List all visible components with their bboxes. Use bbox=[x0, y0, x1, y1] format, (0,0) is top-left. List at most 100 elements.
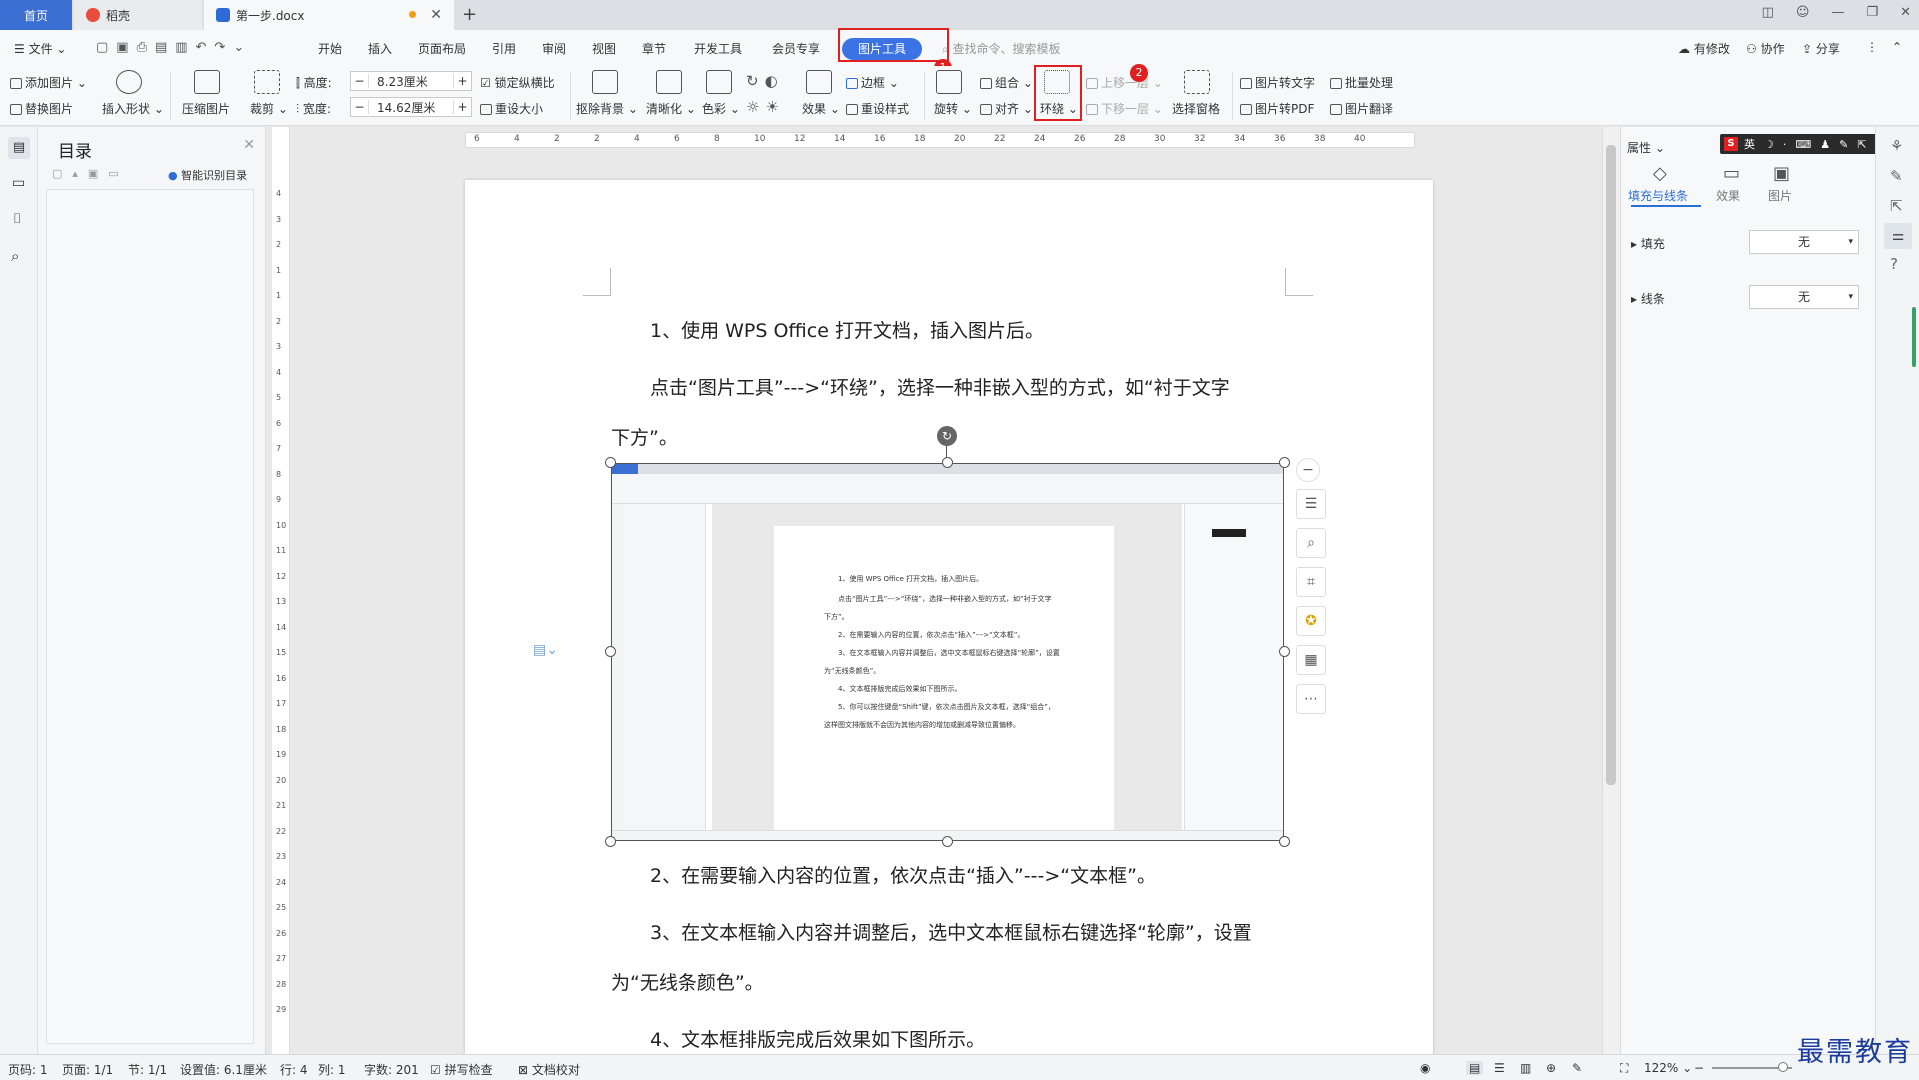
outline-view-icon[interactable]: ☰ bbox=[1494, 1061, 1505, 1075]
new-tab-button[interactable]: + bbox=[462, 4, 477, 25]
paragraph-4-line-1[interactable]: 3、在文本框输入内容并调整后，选中文本框鼠标右键选择“轮廓”，设置 bbox=[650, 918, 1252, 945]
paragraph-1[interactable]: 1、使用 WPS Office 打开文档，插入图片后。 bbox=[650, 316, 1044, 343]
fit-page-icon[interactable]: ⛶ bbox=[1620, 1061, 1628, 1076]
selection-pane-button[interactable]: 选择窗格 bbox=[1172, 100, 1220, 117]
collapse-float-icon[interactable]: − bbox=[1296, 458, 1320, 482]
pic-to-text-float-icon[interactable]: ▦ bbox=[1296, 645, 1326, 675]
tab-home[interactable]: 首页 bbox=[0, 0, 72, 30]
height-increase-button[interactable]: + bbox=[453, 74, 471, 88]
paragraph-mark-icon[interactable]: ▤⌄ bbox=[533, 642, 558, 658]
menu-item-layout[interactable]: 页面布局 bbox=[418, 40, 466, 57]
pic-to-pdf-button[interactable]: 图片转PDF bbox=[1240, 100, 1314, 117]
rotate-button[interactable]: 旋转 ⌄ bbox=[934, 100, 972, 117]
tab-fill-line[interactable]: 填充与线条 bbox=[1623, 187, 1693, 204]
close-icon[interactable]: ✕ bbox=[243, 137, 255, 153]
group-button[interactable]: 组合 ⌄ bbox=[980, 74, 1033, 91]
zoom-out-button[interactable]: − bbox=[1694, 1061, 1704, 1075]
remove-background-button[interactable]: 抠除背景 ⌄ bbox=[576, 100, 638, 117]
paragraph-2-line-1[interactable]: 点击“图片工具”--->“环绕”，选择一种非嵌入型的方式，如“衬于文字 bbox=[650, 373, 1230, 400]
style-icon[interactable]: ⚘ bbox=[1890, 137, 1903, 155]
has-changes-button[interactable]: ☁ 有修改 bbox=[1678, 40, 1730, 57]
align-button[interactable]: 对齐 ⌄ bbox=[980, 100, 1033, 117]
scrollbar-thumb[interactable] bbox=[1606, 145, 1616, 785]
zoom-slider-thumb[interactable] bbox=[1778, 1062, 1788, 1072]
resize-handle-n[interactable] bbox=[942, 457, 953, 468]
resize-handle-s[interactable] bbox=[942, 836, 953, 847]
status-words[interactable]: 字数: 201 bbox=[364, 1061, 419, 1078]
line-select[interactable]: 无 ▾ bbox=[1749, 285, 1859, 309]
effect-button[interactable]: 效果 ⌄ bbox=[802, 100, 840, 117]
zoom-level[interactable]: 122% ⌄ bbox=[1644, 1061, 1692, 1075]
menu-item-dev-tools[interactable]: 开发工具 bbox=[694, 40, 742, 57]
web-view-icon[interactable]: ⊕ bbox=[1546, 1061, 1556, 1075]
menu-item-chapter[interactable]: 章节 bbox=[642, 40, 666, 57]
toc-tool-icons[interactable]: ▢▴▣▭ bbox=[52, 167, 129, 180]
status-pages[interactable]: 页面: 1/1 bbox=[62, 1061, 113, 1078]
menu-item-view[interactable]: 视图 bbox=[592, 40, 616, 57]
batch-process-button[interactable]: 批量处理 bbox=[1330, 74, 1393, 91]
crop-button[interactable]: 裁剪 ⌄ bbox=[250, 100, 288, 117]
layout-icon[interactable]: ◫ bbox=[1762, 5, 1774, 20]
fill-section[interactable]: ▸ 填充 bbox=[1631, 235, 1665, 252]
resize-handle-e[interactable] bbox=[1279, 646, 1290, 657]
menu-item-member[interactable]: 会员专享 bbox=[772, 40, 820, 57]
height-value[interactable]: 8.23厘米 bbox=[369, 73, 453, 90]
width-value[interactable]: 14.62厘米 bbox=[369, 99, 453, 116]
tab-picture[interactable]: 图片 bbox=[1745, 187, 1815, 204]
bookmark-icon[interactable]: ⌷ bbox=[13, 211, 21, 227]
resize-handle-nw[interactable] bbox=[605, 457, 616, 468]
proofread-button[interactable]: ⊠ 文档校对 bbox=[518, 1061, 580, 1078]
compress-picture-button[interactable]: 压缩图片 bbox=[182, 100, 230, 117]
select-icon[interactable]: ⇱ bbox=[1890, 197, 1903, 215]
width-decrease-button[interactable]: − bbox=[351, 100, 369, 114]
border-button[interactable]: 边框 ⌄ bbox=[846, 74, 899, 91]
sharpen-button[interactable]: 清晰化 ⌄ bbox=[646, 100, 696, 117]
menu-item-insert[interactable]: 插入 bbox=[368, 40, 392, 57]
properties-title[interactable]: 属性 ⌄ bbox=[1627, 139, 1665, 156]
insert-shape-button[interactable]: 插入形状 ⌄ bbox=[102, 100, 164, 117]
vertical-scrollbar[interactable] bbox=[1602, 127, 1620, 1054]
sogou-icon[interactable]: S bbox=[1724, 137, 1738, 151]
minimize-button[interactable]: — bbox=[1831, 5, 1844, 20]
zoom-picture-icon[interactable]: ⌕ bbox=[1296, 528, 1326, 558]
height-decrease-button[interactable]: − bbox=[351, 74, 369, 88]
resize-handle-w[interactable] bbox=[605, 646, 616, 657]
quick-access-toolbar[interactable]: ▢▣⎙▤▥↶↷⌄ bbox=[96, 40, 252, 55]
reset-style-button[interactable]: 重设样式 bbox=[846, 100, 909, 117]
tab-daoke[interactable]: 稻壳 bbox=[74, 0, 202, 30]
resize-handle-se[interactable] bbox=[1279, 836, 1290, 847]
adjust-icons[interactable]: ↻◐ bbox=[746, 72, 784, 90]
close-tab-icon[interactable]: ✕ bbox=[430, 7, 442, 23]
bulb-icon[interactable]: ✪ bbox=[1296, 606, 1326, 636]
restore-button[interactable]: ❐ bbox=[1866, 5, 1878, 20]
menu-item-start[interactable]: 开始 bbox=[318, 40, 342, 57]
bring-forward-button[interactable]: 上移一层 ⌄ bbox=[1086, 74, 1163, 91]
more-options-icon[interactable]: ⋯ bbox=[1296, 684, 1326, 714]
line-section[interactable]: ▸ 线条 bbox=[1631, 290, 1665, 307]
width-increase-button[interactable]: + bbox=[453, 100, 471, 114]
spell-check-button[interactable]: ☑ 拼写检查 bbox=[430, 1061, 493, 1078]
paragraph-4-line-2[interactable]: 为“无线条颜色”。 bbox=[611, 968, 764, 995]
collaborate-button[interactable]: ⚇ 协作 bbox=[1746, 40, 1785, 57]
collapse-ribbon-icon[interactable]: ⌃ bbox=[1892, 40, 1902, 54]
help-icon[interactable]: ? bbox=[1890, 255, 1898, 273]
smart-toc-button[interactable]: ● 智能识别目录 bbox=[168, 167, 247, 183]
horizontal-ruler[interactable]: 6 4 2 2 4 6 8 10 12 14 16 18 20 22 24 26 28 30 32 34 36 38 40 bbox=[465, 132, 1415, 148]
ime-tools-icons[interactable]: 英☽·⌨♟✎⇱⌄ bbox=[1744, 136, 1894, 152]
paragraph-5[interactable]: 4、文本框排版完成后效果如下图所示。 bbox=[650, 1025, 985, 1052]
write-view-icon[interactable]: ✎ bbox=[1572, 1061, 1582, 1075]
width-field[interactable]: −14.62厘米 + bbox=[350, 97, 472, 117]
chapter-nav-icon[interactable]: ▭ bbox=[12, 175, 25, 191]
search-icon[interactable]: ⌕ bbox=[11, 247, 19, 265]
brightness-icons[interactable]: ☼☀ bbox=[746, 98, 785, 116]
fill-select[interactable]: 无 ▾ bbox=[1749, 230, 1859, 254]
lock-ratio-checkbox[interactable]: ☑ 锁定纵横比 bbox=[480, 74, 555, 91]
page-view-icon[interactable]: ▤ bbox=[1466, 1061, 1484, 1075]
pic-to-text-button[interactable]: 图片转文字 bbox=[1240, 74, 1315, 91]
command-search[interactable]: ⌕ 查找命令、搜索模板 bbox=[942, 40, 1061, 57]
toc-icon[interactable]: ▤ bbox=[8, 137, 30, 159]
color-button[interactable]: 色彩 ⌄ bbox=[702, 100, 740, 117]
height-field[interactable]: −8.23厘米 + bbox=[350, 71, 472, 91]
read-view-icon[interactable]: ▥ bbox=[1520, 1061, 1531, 1075]
eye-protect-icon[interactable]: ◉ bbox=[1420, 1061, 1430, 1075]
